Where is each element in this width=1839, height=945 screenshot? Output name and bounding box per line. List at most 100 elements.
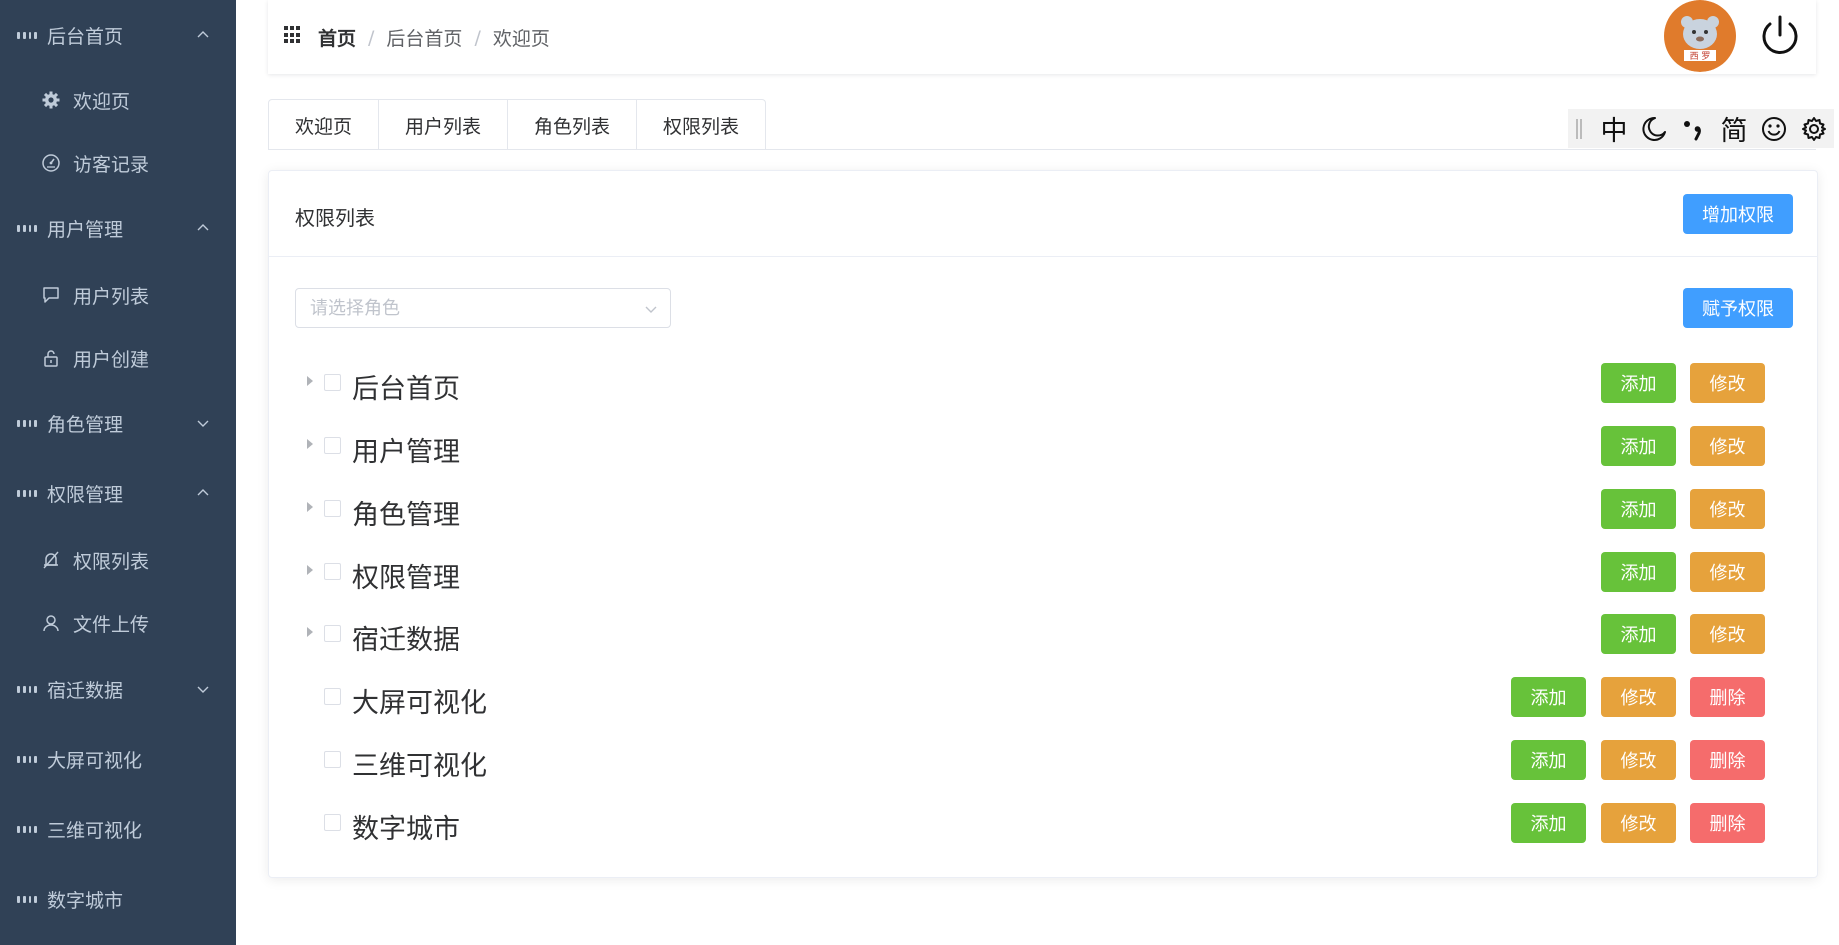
edit-button[interactable]: 修改 bbox=[1690, 614, 1765, 654]
tree-checkbox[interactable] bbox=[324, 374, 341, 391]
add-button[interactable]: 添加 bbox=[1601, 489, 1676, 529]
tree-node-label: 角色管理 bbox=[352, 500, 460, 531]
sidebar-item-label: 宿迁数据 bbox=[47, 679, 124, 702]
caret-right-icon[interactable] bbox=[307, 565, 313, 575]
chevron-up-icon bbox=[197, 489, 209, 496]
edit-button[interactable]: 修改 bbox=[1690, 489, 1765, 529]
sidebar-item-file-upload[interactable]: 文件上传 bbox=[0, 595, 236, 651]
edit-button[interactable]: 修改 bbox=[1690, 363, 1765, 403]
tree-node-label: 用户管理 bbox=[352, 437, 460, 468]
sidebar-group-user-management[interactable]: 用户管理 bbox=[0, 200, 236, 256]
delete-button[interactable]: 删除 bbox=[1690, 740, 1765, 780]
chat-icon bbox=[41, 285, 61, 305]
tab-role-list[interactable]: 角色列表 bbox=[507, 100, 636, 150]
edit-button[interactable]: 修改 bbox=[1601, 677, 1676, 717]
grid-icon bbox=[17, 819, 37, 839]
delete-button[interactable]: 删除 bbox=[1690, 803, 1765, 843]
sidebar-item-big-screen[interactable]: 大屏可视化 bbox=[0, 731, 236, 787]
tree-node-label: 后台首页 bbox=[352, 374, 460, 405]
svg-text:西 罗: 西 罗 bbox=[1690, 51, 1711, 62]
gear-icon bbox=[41, 90, 61, 110]
caret-right-icon[interactable] bbox=[307, 627, 313, 637]
sidebar-item-3d-visual[interactable]: 三维可视化 bbox=[0, 801, 236, 857]
tree-node: 权限管理 添加 修改 bbox=[269, 541, 1817, 603]
chevron-up-icon bbox=[197, 224, 209, 231]
language-toggle[interactable]: 中 bbox=[1594, 109, 1634, 148]
bell-off-icon bbox=[41, 550, 61, 570]
sidebar-item-visitor-log[interactable]: 访客记录 bbox=[0, 135, 236, 191]
grid-icon bbox=[17, 483, 37, 503]
simplified-chinese-toggle[interactable]: 简 bbox=[1714, 109, 1754, 148]
caret-right-icon[interactable] bbox=[307, 439, 313, 449]
edit-button[interactable]: 修改 bbox=[1690, 552, 1765, 592]
drag-handle-icon[interactable] bbox=[1576, 118, 1582, 139]
sidebar-group-permission-management[interactable]: 权限管理 bbox=[0, 465, 236, 521]
delete-button[interactable]: 删除 bbox=[1690, 677, 1765, 717]
sidebar-item-user-list[interactable]: 用户列表 bbox=[0, 267, 236, 323]
sidebar-item-label: 三维可视化 bbox=[47, 819, 143, 842]
add-button[interactable]: 添加 bbox=[1601, 552, 1676, 592]
tree-checkbox[interactable] bbox=[324, 500, 341, 517]
sidebar-item-digital-city[interactable]: 数字城市 bbox=[0, 871, 236, 927]
role-select[interactable] bbox=[295, 288, 671, 328]
gear-icon[interactable] bbox=[1794, 109, 1834, 148]
avatar[interactable]: 西 罗 bbox=[1662, 0, 1738, 72]
tree-checkbox[interactable] bbox=[324, 814, 341, 831]
breadcrumb-item-dashboard[interactable]: 后台首页 bbox=[386, 24, 462, 51]
sidebar-group-dashboard[interactable]: 后台首页 bbox=[0, 7, 236, 63]
power-icon[interactable] bbox=[1758, 13, 1802, 59]
sidebar-item-label: 用户列表 bbox=[73, 285, 150, 308]
sidebar-item-label: 用户管理 bbox=[47, 218, 124, 241]
sidebar-group-suqian-data[interactable]: 宿迁数据 bbox=[0, 661, 236, 717]
sidebar-item-welcome[interactable]: 欢迎页 bbox=[0, 72, 236, 128]
top-navbar: 首页 / 后台首页 / 欢迎页 西 罗 bbox=[268, 0, 1816, 74]
tree-checkbox[interactable] bbox=[324, 563, 341, 580]
tree-checkbox[interactable] bbox=[324, 437, 341, 454]
chevron-down-icon bbox=[197, 420, 209, 427]
add-button[interactable]: 添加 bbox=[1601, 426, 1676, 466]
tree-node: 数字城市 添加 修改 删除 bbox=[269, 792, 1817, 854]
tree-checkbox[interactable] bbox=[324, 625, 341, 642]
tree-node-label: 大屏可视化 bbox=[352, 688, 487, 719]
grid-icon bbox=[17, 25, 37, 45]
sidebar-group-role-management[interactable]: 角色管理 bbox=[0, 395, 236, 451]
edit-button[interactable]: 修改 bbox=[1601, 740, 1676, 780]
edit-button[interactable]: 修改 bbox=[1601, 803, 1676, 843]
tree-node-label: 三维可视化 bbox=[352, 751, 487, 782]
caret-right-icon[interactable] bbox=[307, 502, 313, 512]
punctuation-icon[interactable] bbox=[1674, 109, 1714, 148]
smile-icon[interactable] bbox=[1754, 109, 1794, 148]
add-permission-button[interactable]: 增加权限 bbox=[1683, 194, 1793, 234]
tree-checkbox[interactable] bbox=[324, 751, 341, 768]
tab-welcome[interactable]: 欢迎页 bbox=[269, 100, 378, 150]
grid-icon bbox=[17, 679, 37, 699]
tree-node: 三维可视化 添加 修改 删除 bbox=[269, 729, 1817, 791]
chevron-up-icon bbox=[197, 31, 209, 38]
tab-permission-list[interactable]: 权限列表 bbox=[636, 100, 765, 150]
tree-node: 角色管理 添加 修改 bbox=[269, 478, 1817, 540]
gauge-icon bbox=[41, 153, 61, 173]
moon-icon[interactable] bbox=[1634, 109, 1674, 148]
role-select-input[interactable] bbox=[310, 297, 630, 319]
card-title: 权限列表 bbox=[295, 206, 375, 230]
sidebar-item-user-create[interactable]: 用户创建 bbox=[0, 330, 236, 386]
sidebar-item-permission-list[interactable]: 权限列表 bbox=[0, 532, 236, 588]
tree-checkbox[interactable] bbox=[324, 688, 341, 705]
add-button[interactable]: 添加 bbox=[1601, 363, 1676, 403]
floating-toolbar: 中 简 bbox=[1568, 109, 1834, 148]
sidebar-item-label: 用户创建 bbox=[73, 348, 150, 371]
sidebar-item-label: 欢迎页 bbox=[73, 90, 131, 113]
add-button[interactable]: 添加 bbox=[1511, 803, 1586, 843]
add-button[interactable]: 添加 bbox=[1511, 677, 1586, 717]
add-button[interactable]: 添加 bbox=[1511, 740, 1586, 780]
menu-toggle-icon[interactable] bbox=[284, 26, 302, 44]
tree-node: 后台首页 添加 修改 bbox=[269, 352, 1817, 414]
grant-permission-button[interactable]: 赋予权限 bbox=[1683, 288, 1793, 328]
sidebar-item-label: 访客记录 bbox=[73, 153, 150, 176]
tab-user-list[interactable]: 用户列表 bbox=[378, 100, 507, 150]
caret-right-icon[interactable] bbox=[307, 376, 313, 386]
add-button[interactable]: 添加 bbox=[1601, 614, 1676, 654]
unlock-icon bbox=[41, 348, 61, 368]
breadcrumb-item-home[interactable]: 首页 bbox=[318, 24, 356, 51]
edit-button[interactable]: 修改 bbox=[1690, 426, 1765, 466]
